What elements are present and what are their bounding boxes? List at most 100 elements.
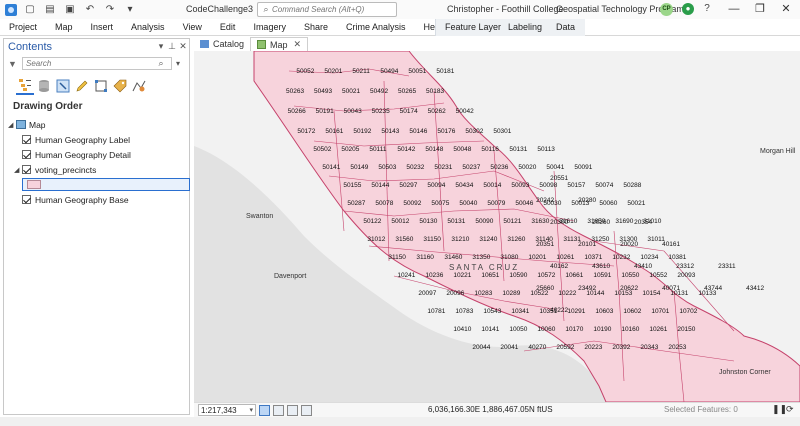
layer-item[interactable]: Human Geography Label — [8, 132, 190, 147]
precinct-label: 50236 — [490, 164, 508, 171]
pane-close-icon[interactable]: ✕ — [178, 41, 188, 52]
command-search-input[interactable] — [272, 5, 392, 14]
precinct-label: 10201 — [528, 254, 546, 261]
list-by-editing-icon[interactable] — [73, 77, 91, 95]
precinct-label: 50131 — [509, 146, 527, 153]
arcgis-app-icon[interactable] — [5, 3, 17, 16]
navigator-icon[interactable] — [287, 404, 298, 416]
filter-icon[interactable]: ▼ — [8, 59, 19, 69]
layer-visibility-checkbox[interactable] — [22, 150, 31, 159]
precinct-label: 20592 — [556, 344, 574, 351]
tab-edit[interactable]: Edit — [211, 19, 245, 36]
minimize-button[interactable]: — — [724, 1, 744, 17]
open-folder-icon[interactable]: ▤ — [43, 3, 57, 17]
precinct-symbol-swatch[interactable] — [27, 180, 41, 189]
list-by-drawing-order-icon[interactable] — [16, 77, 34, 95]
layer-item[interactable]: Human Geography Base — [8, 192, 190, 207]
collapse-icon[interactable]: ◢ — [14, 166, 22, 174]
scale-selector[interactable]: 1:217,343 ▾ — [198, 404, 256, 416]
notification-icon[interactable]: ● — [682, 3, 694, 15]
tab-insert[interactable]: Insert — [82, 19, 123, 36]
help-icon[interactable]: ? — [701, 3, 713, 15]
tab-labeling[interactable]: Labeling — [508, 19, 542, 36]
tab-imagery[interactable]: Imagery — [244, 19, 295, 36]
contents-search-input[interactable] — [23, 59, 155, 68]
new-project-icon[interactable]: ▢ — [23, 3, 37, 17]
close-button[interactable]: ✕ — [776, 1, 796, 17]
pane-menu-icon[interactable]: ▾ — [156, 41, 166, 52]
precinct-label: 31260 — [507, 236, 525, 243]
tab-catalog[interactable]: Catalog — [194, 37, 250, 51]
tab-view[interactable]: View — [174, 19, 211, 36]
precinct-label: 50048 — [453, 146, 471, 153]
list-by-perspective-imagery-icon[interactable] — [130, 77, 148, 95]
precinct-label: 43412 — [746, 285, 764, 292]
precinct-label: 43744 — [704, 285, 722, 292]
tab-feature-layer[interactable]: Feature Layer — [445, 19, 501, 36]
precinct-label: 50181 — [436, 68, 454, 75]
map-canvas[interactable]: 50052 50201 50211 50494 50051 50181 50263 50493… — [194, 51, 800, 402]
precinct-label: 10261 — [556, 254, 574, 261]
selected-symbol-row[interactable] — [22, 178, 190, 191]
undo-icon[interactable]: ↶ — [83, 3, 97, 17]
precinct-label: 50172 — [297, 128, 315, 135]
county-label: SANTA CRUZ — [449, 263, 519, 272]
contents-search-box[interactable]: ⌕ — [22, 57, 172, 70]
precinct-label: 23492 — [578, 285, 596, 292]
precinct-label: 20354 — [634, 219, 652, 226]
layer-visibility-checkbox[interactable] — [22, 135, 31, 144]
grid-view-icon[interactable] — [259, 404, 270, 416]
user-avatar[interactable]: CP — [660, 3, 673, 16]
list-by-snapping-icon[interactable] — [92, 77, 110, 95]
list-by-selection-icon[interactable] — [54, 77, 72, 95]
place-label-morgan-hill: Morgan Hill — [760, 148, 796, 155]
search-icon[interactable]: ⌕ — [155, 58, 167, 69]
tab-share[interactable]: Share — [295, 19, 337, 36]
user-name[interactable]: Christopher - Foothill College — [447, 4, 564, 14]
list-by-labeling-icon[interactable] — [111, 77, 129, 95]
pause-drawing-icon[interactable]: ❚❚ — [772, 404, 787, 415]
map-node-label: Map — [29, 119, 46, 130]
save-icon[interactable]: ▣ — [63, 3, 77, 17]
precinct-label: 50174 — [400, 108, 418, 115]
layer-visibility-checkbox[interactable] — [22, 195, 31, 204]
selected-features-count[interactable]: Selected Features: 0 — [664, 405, 738, 414]
precinct-label: 31160 — [416, 254, 434, 261]
title-bar: ▢ ▤ ▣ ↶ ↷ ▾ CodeChallenge3 ⌕ Christopher… — [0, 0, 800, 19]
pin-icon[interactable]: ⊥ — [167, 41, 177, 52]
precinct-label: 10783 — [455, 308, 473, 315]
tab-map[interactable]: Map — [46, 19, 82, 36]
precinct-label: 50121 — [503, 218, 521, 225]
layer-visibility-checkbox[interactable] — [22, 165, 31, 174]
restore-button[interactable]: ❐ — [750, 1, 770, 17]
search-options-dropdown-icon[interactable]: ▾ — [176, 59, 180, 68]
symbol-row[interactable] — [8, 177, 190, 192]
chevron-down-icon[interactable]: ▾ — [249, 406, 253, 414]
precinct-label: 10291 — [567, 308, 585, 315]
refresh-icon[interactable]: ⟳ — [786, 404, 794, 415]
precinct-label: 50301 — [493, 128, 511, 135]
map-node[interactable]: ◢ Map — [8, 117, 190, 132]
command-search[interactable]: ⌕ — [257, 2, 397, 17]
list-by-data-source-icon[interactable] — [35, 77, 53, 95]
tab-data[interactable]: Data — [556, 19, 575, 36]
precinct-label: 50143 — [381, 128, 399, 135]
layer-item[interactable]: ◢ voting_precincts — [8, 162, 190, 177]
tab-map-view[interactable]: Map ✕ — [250, 37, 309, 51]
precinct-label: 10701 — [651, 308, 669, 315]
tab-project[interactable]: Project — [0, 19, 46, 36]
precinct-label: 31460 — [444, 254, 462, 261]
layer-label: voting_precincts — [35, 164, 97, 175]
redo-icon[interactable]: ↷ — [103, 3, 117, 17]
quick-access-dropdown-icon[interactable]: ▾ — [123, 3, 137, 17]
collapse-icon[interactable]: ◢ — [8, 121, 16, 129]
fixed-scale-icon[interactable] — [273, 404, 284, 416]
tab-crime-analysis[interactable]: Crime Analysis — [337, 19, 415, 36]
close-tab-icon[interactable]: ✕ — [294, 39, 302, 50]
layer-item[interactable]: Human Geography Detail — [8, 147, 190, 162]
map-view[interactable]: 50052 50201 50211 50494 50051 50181 50263 50493… — [194, 51, 800, 402]
precinct-label: 10603 — [595, 308, 613, 315]
tab-analysis[interactable]: Analysis — [122, 19, 174, 36]
rotation-icon[interactable] — [301, 404, 312, 416]
precinct-label: 50093 — [511, 182, 529, 189]
